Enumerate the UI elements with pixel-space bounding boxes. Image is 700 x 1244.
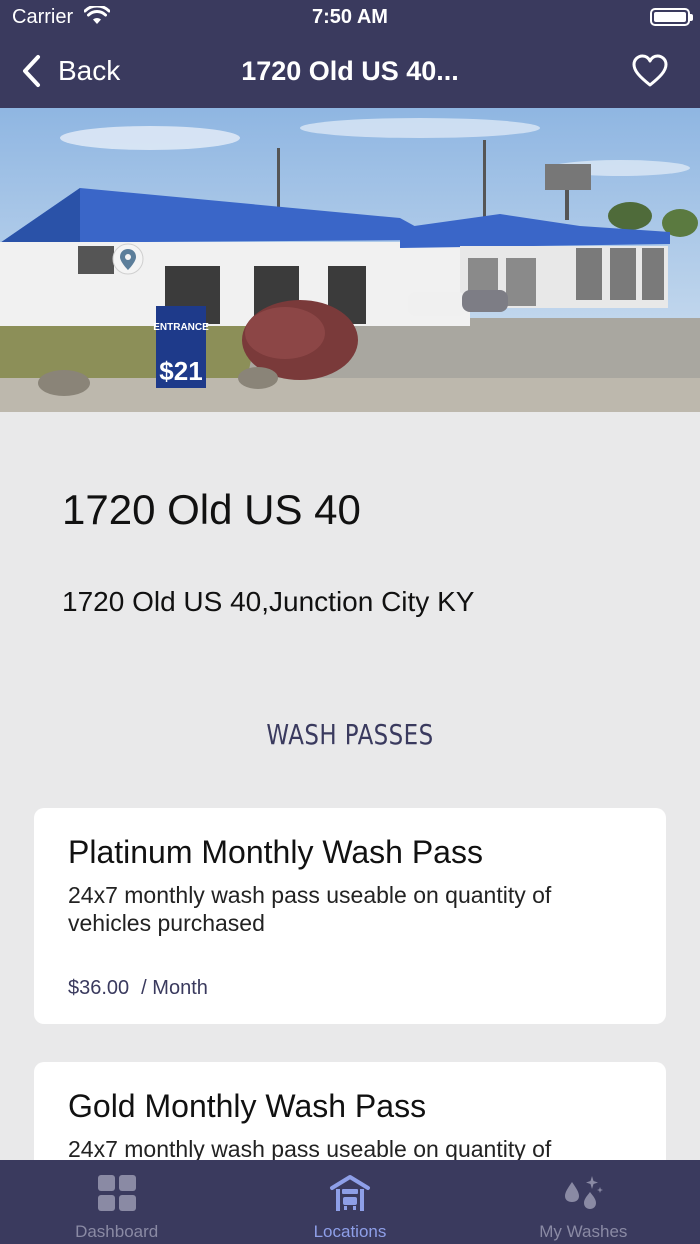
tab-my-washes[interactable]: My Washes xyxy=(467,1160,700,1244)
pass-description: 24x7 monthly wash pass useable on quanti… xyxy=(68,882,552,936)
tab-locations[interactable]: Locations xyxy=(233,1160,466,1244)
locations-icon xyxy=(329,1175,370,1211)
back-label: Back xyxy=(58,55,121,86)
pass-description: 24x7 monthly wash pass useable on quanti… xyxy=(68,1136,552,1162)
location-name: 1720 Old US 40 xyxy=(62,486,361,533)
dashboard-icon xyxy=(97,1175,136,1211)
sign-price: $21 xyxy=(159,356,202,386)
tab-label: Locations xyxy=(313,1222,387,1241)
back-button[interactable]: Back xyxy=(20,54,120,88)
navigation-bar: Back 1720 Old US 40... xyxy=(0,34,700,108)
location-address: 1720 Old US 40,Junction City KY xyxy=(62,586,475,617)
chevron-left-icon xyxy=(23,55,40,87)
tab-label: Dashboard xyxy=(75,1222,159,1241)
tab-dashboard[interactable]: Dashboard xyxy=(0,1160,233,1244)
tab-bar: Dashboard Locations My Washes xyxy=(0,1160,700,1244)
wash-pass-card[interactable]: Platinum Monthly Wash Pass 24x7 monthly … xyxy=(34,808,666,1024)
page-title: 1720 Old US 40... xyxy=(241,56,459,86)
pass-period: / Month xyxy=(141,977,208,999)
status-bar: Carrier 7:50 AM xyxy=(0,0,700,34)
pass-price: $36.00 xyxy=(68,977,130,999)
pass-price-row: $36.00 / Month xyxy=(68,977,632,1000)
heart-icon[interactable] xyxy=(632,54,668,88)
pass-title: Platinum Monthly Wash Pass xyxy=(68,834,483,870)
wash-passes-heading: WASH PASSES xyxy=(266,718,434,751)
location-photo: ENTRANCE $21 xyxy=(0,108,700,412)
sign-text: ENTRANCE xyxy=(153,322,209,333)
my-washes-icon xyxy=(565,1176,604,1209)
status-time: 7:50 AM xyxy=(312,6,388,28)
tab-label: My Washes xyxy=(539,1222,628,1241)
battery-icon xyxy=(650,8,693,26)
pass-title: Gold Monthly Wash Pass xyxy=(68,1088,427,1124)
